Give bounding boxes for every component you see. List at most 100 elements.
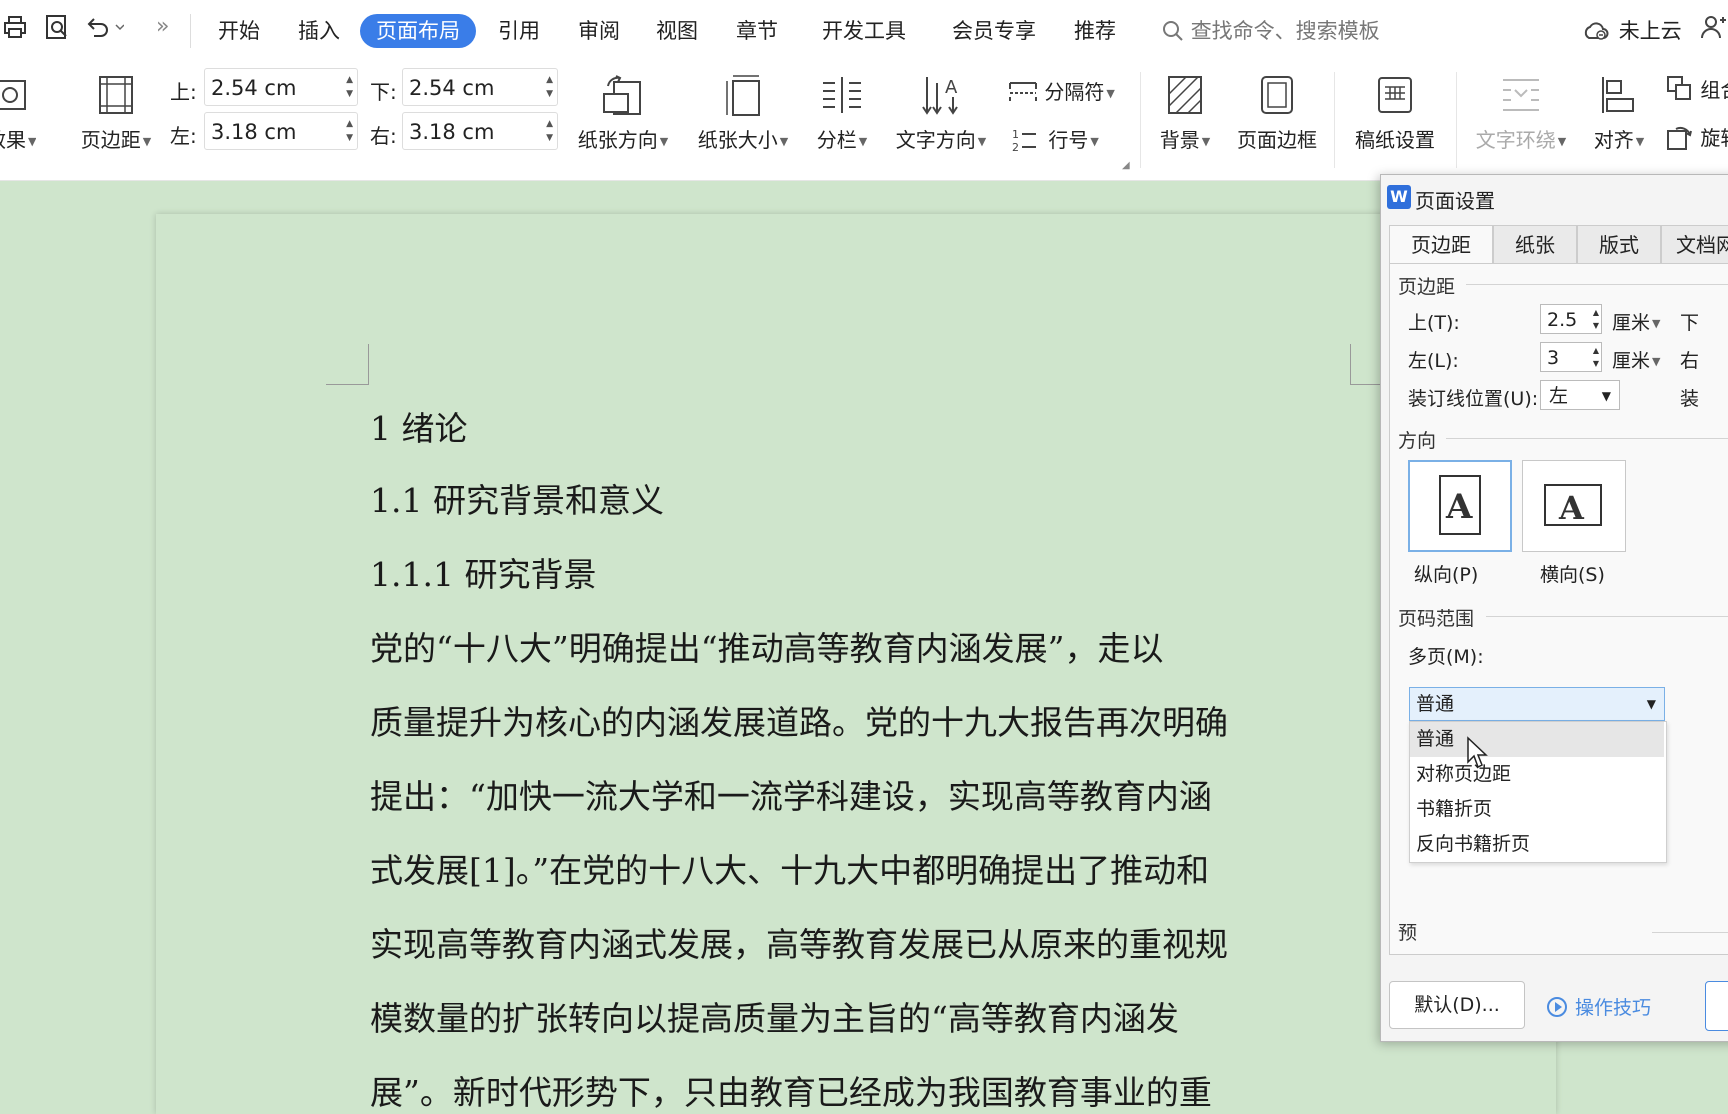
stepper-icon[interactable]: ▲ ▼ [1593, 344, 1599, 370]
heading-1: 1 绪论 [370, 409, 468, 448]
page-break-icon [1009, 82, 1037, 101]
option-book-fold[interactable]: 书籍折页 [1410, 792, 1664, 827]
svg-text:A: A [1445, 487, 1473, 527]
tab-document-grid[interactable]: 文档网格 [1661, 225, 1728, 263]
margins-group-label: 页边距 [1398, 276, 1456, 298]
menu-separator [190, 14, 191, 48]
paper-size-button[interactable]: 纸张大小 ▼ [692, 72, 794, 153]
portrait-label: 纵向(P) [1414, 564, 1479, 586]
line-numbers-button[interactable]: 12 行号 ▼ [1012, 124, 1099, 154]
tab-page-layout[interactable]: 页面布局 [360, 14, 476, 48]
tab-sections[interactable]: 章节 [720, 14, 794, 48]
tab-recommend[interactable]: 推荐 [1058, 14, 1132, 48]
columns-button[interactable]: 分栏 ▼ [812, 72, 872, 153]
chevron-down-icon: ▼ [1090, 135, 1099, 148]
tab-home[interactable]: 开始 [202, 14, 276, 48]
manuscript-label: 稿纸设置 [1355, 128, 1435, 152]
text-direction-label: 文字方向 [895, 128, 976, 152]
option-normal[interactable]: 普通 [1410, 722, 1664, 757]
margin-left-input[interactable]: 3.18 cm ▲ ▼ [204, 112, 358, 150]
gutter-position-select[interactable]: 左 ▼ [1540, 380, 1620, 410]
paper-size-label: 纸张大小 [697, 128, 778, 152]
print-icon[interactable] [2, 14, 28, 47]
text-wrap-label: 文字环绕 [1475, 128, 1556, 152]
line-numbers-label: 行号 [1048, 128, 1089, 152]
page-border-button[interactable]: 页面边框 [1232, 72, 1322, 153]
margin-right-label: 右: [370, 124, 397, 148]
stepper-icon[interactable]: ▲ ▼ [1593, 306, 1599, 332]
stepper-icon[interactable]: ▲ ▼ [546, 117, 553, 145]
background-label: 背景 [1159, 128, 1200, 152]
tab-insert[interactable]: 插入 [282, 14, 356, 48]
chevron-down-icon: ▼ [977, 135, 987, 148]
print-preview-icon[interactable] [44, 14, 70, 47]
page-border-icon [1232, 72, 1322, 118]
margin-bottom-label: 下: [370, 80, 397, 104]
group-button[interactable]: 组合 [1666, 74, 1728, 103]
left-margin-value: 3 [1547, 347, 1560, 369]
stepper-icon[interactable]: ▲ ▼ [346, 73, 353, 101]
paragraph-line: 模数量的扩张转向以提高质量为主旨的“高等教育内涵发 [370, 999, 1179, 1038]
stepper-icon[interactable]: ▲ ▼ [346, 117, 353, 145]
more-icon[interactable]: » [156, 14, 169, 39]
cloud-status[interactable]: 未上云 [1582, 14, 1682, 48]
effect-button[interactable]: 效果▼ [0, 72, 36, 153]
group-icon [1667, 76, 1691, 100]
tab-references[interactable]: 引用 [482, 14, 556, 48]
landscape-option[interactable]: A [1522, 460, 1626, 552]
left-unit-select[interactable]: 厘米 ▼ [1612, 346, 1660, 373]
tab-paper[interactable]: 纸张 [1493, 225, 1577, 263]
portrait-page-icon: A [1439, 475, 1481, 535]
text-wrap-button[interactable]: 文字环绕 ▼ [1470, 72, 1572, 153]
dialog-launcher-icon[interactable]: ◢ [1122, 160, 1130, 171]
breaks-button[interactable]: 分隔符 ▼ [1008, 76, 1115, 105]
ok-button[interactable] [1705, 981, 1728, 1031]
chevron-down-icon: ▼ [28, 135, 36, 148]
portrait-option[interactable]: A [1408, 460, 1512, 552]
background-button[interactable]: 背景 ▼ [1152, 72, 1218, 153]
text-wrap-icon [1470, 72, 1572, 118]
top-unit-select[interactable]: 厘米 ▼ [1612, 308, 1660, 335]
tips-link[interactable]: 操作技巧 [1547, 993, 1651, 1020]
multiple-pages-select[interactable]: 普通 ▼ [1409, 687, 1665, 721]
tab-member[interactable]: 会员专享 [936, 14, 1052, 48]
effect-label: 效果 [0, 128, 26, 152]
rotate-button[interactable]: 旋转 [1666, 122, 1728, 151]
ribbon-separator [1456, 72, 1457, 168]
orientation-button[interactable]: 纸张方向 ▼ [572, 72, 674, 153]
manuscript-button[interactable]: 稿纸设置 [1350, 72, 1440, 153]
margins-button[interactable]: 页边距 ▼ [74, 72, 158, 153]
paragraph-line: 展”。新时代形势下，只由教育已经成为我国教育事业的重 [370, 1073, 1212, 1112]
text-direction-button[interactable]: A 文字方向 ▼ [890, 72, 992, 153]
tab-review[interactable]: 审阅 [562, 14, 636, 48]
chevron-down-icon: ▼ [858, 135, 868, 148]
svg-text:A: A [1558, 489, 1585, 527]
wps-logo-icon: W [1387, 185, 1411, 209]
option-reverse-book-fold[interactable]: 反向书籍折页 [1410, 827, 1664, 862]
tab-margins[interactable]: 页边距 [1389, 225, 1493, 263]
margins-label: 页边距 [80, 128, 141, 152]
top-margin-input[interactable]: 2.5 ▲ ▼ [1540, 304, 1602, 334]
user-icon[interactable] [1700, 14, 1726, 46]
margin-left-value: 3.18 cm [211, 120, 297, 144]
svg-text:2: 2 [1012, 141, 1019, 153]
stepper-icon[interactable]: ▲ ▼ [546, 73, 553, 101]
left-margin-input[interactable]: 3 ▲ ▼ [1540, 342, 1602, 372]
margin-right-value: 3.18 cm [409, 120, 495, 144]
tab-view[interactable]: 视图 [640, 14, 714, 48]
tab-layout[interactable]: 版式 [1577, 225, 1661, 263]
command-search[interactable]: 查找命令、搜索模板 [1162, 14, 1380, 48]
margin-right-input[interactable]: 3.18 cm ▲ ▼ [402, 112, 558, 150]
chevron-down-icon: ▼ [1646, 697, 1656, 711]
margin-top-input[interactable]: 2.54 cm ▲ ▼ [204, 68, 358, 106]
margin-corner-mark [326, 344, 369, 385]
default-button[interactable]: 默认(D)... [1389, 981, 1525, 1029]
multiple-pages-value: 普通 [1416, 693, 1455, 715]
undo-icon[interactable] [84, 14, 125, 47]
tab-developer[interactable]: 开发工具 [806, 14, 922, 48]
option-mirror-margins[interactable]: 对称页边距 [1410, 757, 1664, 792]
align-button[interactable]: 对齐 ▼ [1588, 72, 1650, 153]
ribbon-separator [1140, 72, 1141, 168]
align-label: 对齐 [1593, 128, 1634, 152]
margin-bottom-input[interactable]: 2.54 cm ▲ ▼ [402, 68, 558, 106]
